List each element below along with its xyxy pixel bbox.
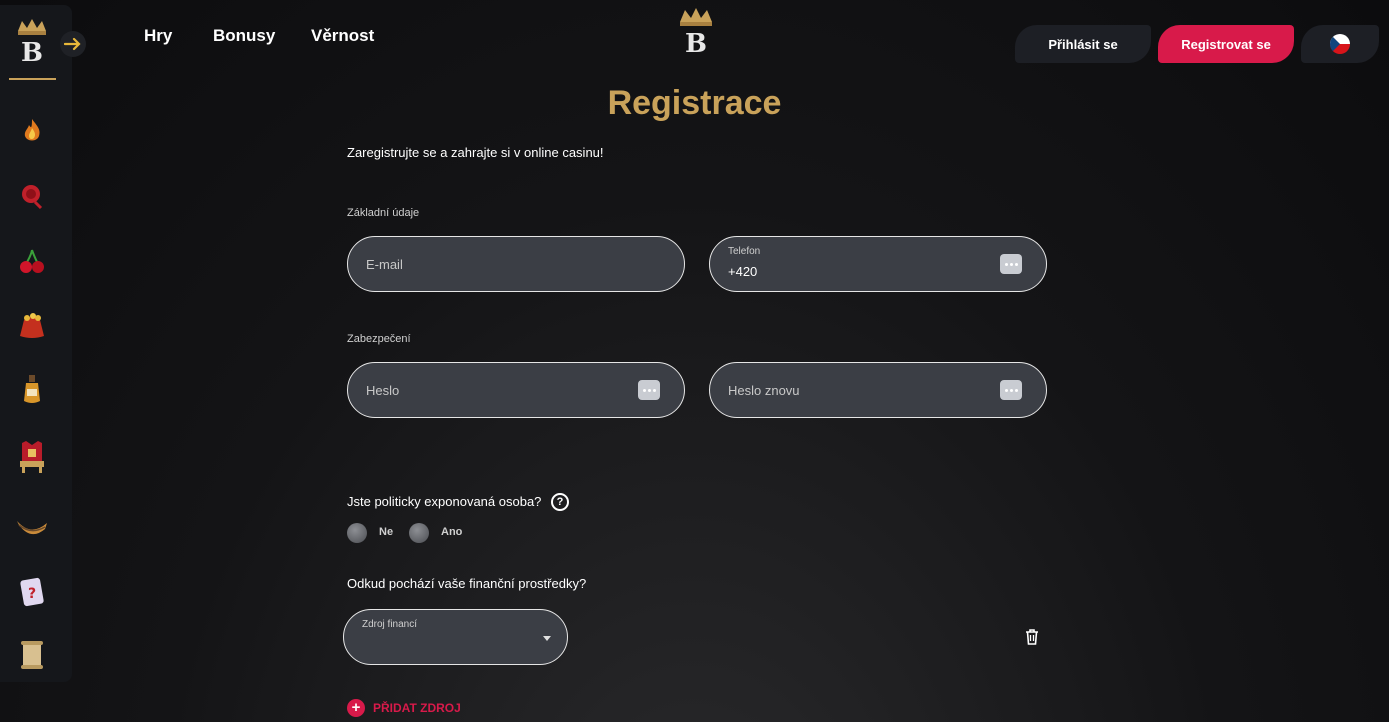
section-label-security: Zabezpečení — [347, 333, 411, 345]
phone-value: +420 — [728, 264, 758, 279]
sidebar-divider — [9, 78, 56, 80]
nav-link-bonuses[interactable]: Bonusy — [213, 26, 275, 46]
language-button[interactable] — [1301, 25, 1379, 63]
funds-source-select[interactable]: Zdroj financí — [343, 609, 568, 665]
brand-logo-icon[interactable]: B — [12, 17, 52, 69]
page-title: Registrace — [607, 84, 782, 122]
wax-seal-icon[interactable] — [14, 177, 50, 213]
password-repeat-field[interactable]: Heslo znovu — [709, 362, 1047, 418]
password-repeat-placeholder: Heslo znovu — [728, 383, 800, 398]
pep-radio-yes[interactable] — [409, 523, 429, 543]
mystery-card-icon[interactable]: ? — [14, 573, 50, 609]
register-button[interactable]: Registrovat se — [1158, 25, 1294, 63]
email-field[interactable]: E-mail — [347, 236, 685, 292]
treasure-bag-icon[interactable] — [14, 307, 50, 343]
expand-arrow-icon[interactable] — [60, 31, 86, 57]
password-toggle-icon[interactable] — [638, 380, 660, 400]
pep-radio-no[interactable] — [347, 523, 367, 543]
phone-label: Telefon — [728, 246, 761, 257]
scroll-icon[interactable] — [14, 637, 50, 673]
email-placeholder: E-mail — [366, 257, 403, 272]
throne-icon[interactable] — [14, 439, 50, 475]
funds-question: Odkud pochází vaše finanční prostředky? — [347, 576, 587, 591]
help-icon[interactable]: ? — [551, 493, 569, 511]
chevron-down-icon — [543, 636, 551, 641]
funds-source-label: Zdroj financí — [362, 619, 418, 630]
password-placeholder: Heslo — [366, 383, 400, 398]
horn-icon[interactable] — [14, 509, 50, 545]
add-source-button[interactable]: + PŘIDAT ZDROJ — [347, 699, 461, 717]
brand-logo-icon[interactable]: B — [676, 6, 716, 59]
plus-circle-icon: + — [347, 699, 365, 717]
czech-flag-icon — [1330, 34, 1350, 54]
svg-text:?: ? — [28, 586, 36, 602]
page-subtitle: Zaregistrujte se a zahrajte si v online … — [347, 145, 604, 160]
svg-text:B: B — [685, 29, 707, 58]
password-repeat-toggle-icon[interactable] — [1000, 380, 1022, 400]
add-source-label: PŘIDAT ZDROJ — [373, 701, 461, 715]
nav-link-games[interactable]: Hry — [144, 26, 172, 46]
nav-link-loyalty[interactable]: Věrnost — [311, 26, 374, 46]
phone-field[interactable]: Telefon +420 — [709, 236, 1047, 292]
pep-radio-yes-label: Ano — [441, 526, 463, 538]
cherry-icon[interactable] — [14, 243, 50, 279]
pep-radio-no-label: Ne — [379, 526, 394, 538]
login-button[interactable]: Přihlásit se — [1015, 25, 1151, 63]
password-field[interactable]: Heslo — [347, 362, 685, 418]
bottle-icon[interactable] — [14, 371, 50, 407]
more-dots-icon[interactable] — [1000, 254, 1022, 274]
svg-text:B: B — [21, 38, 43, 68]
section-label-basic: Základní údaje — [347, 207, 420, 219]
trash-icon[interactable] — [1023, 628, 1041, 646]
pep-question: Jste politicky exponovaná osoba? — [347, 494, 542, 509]
